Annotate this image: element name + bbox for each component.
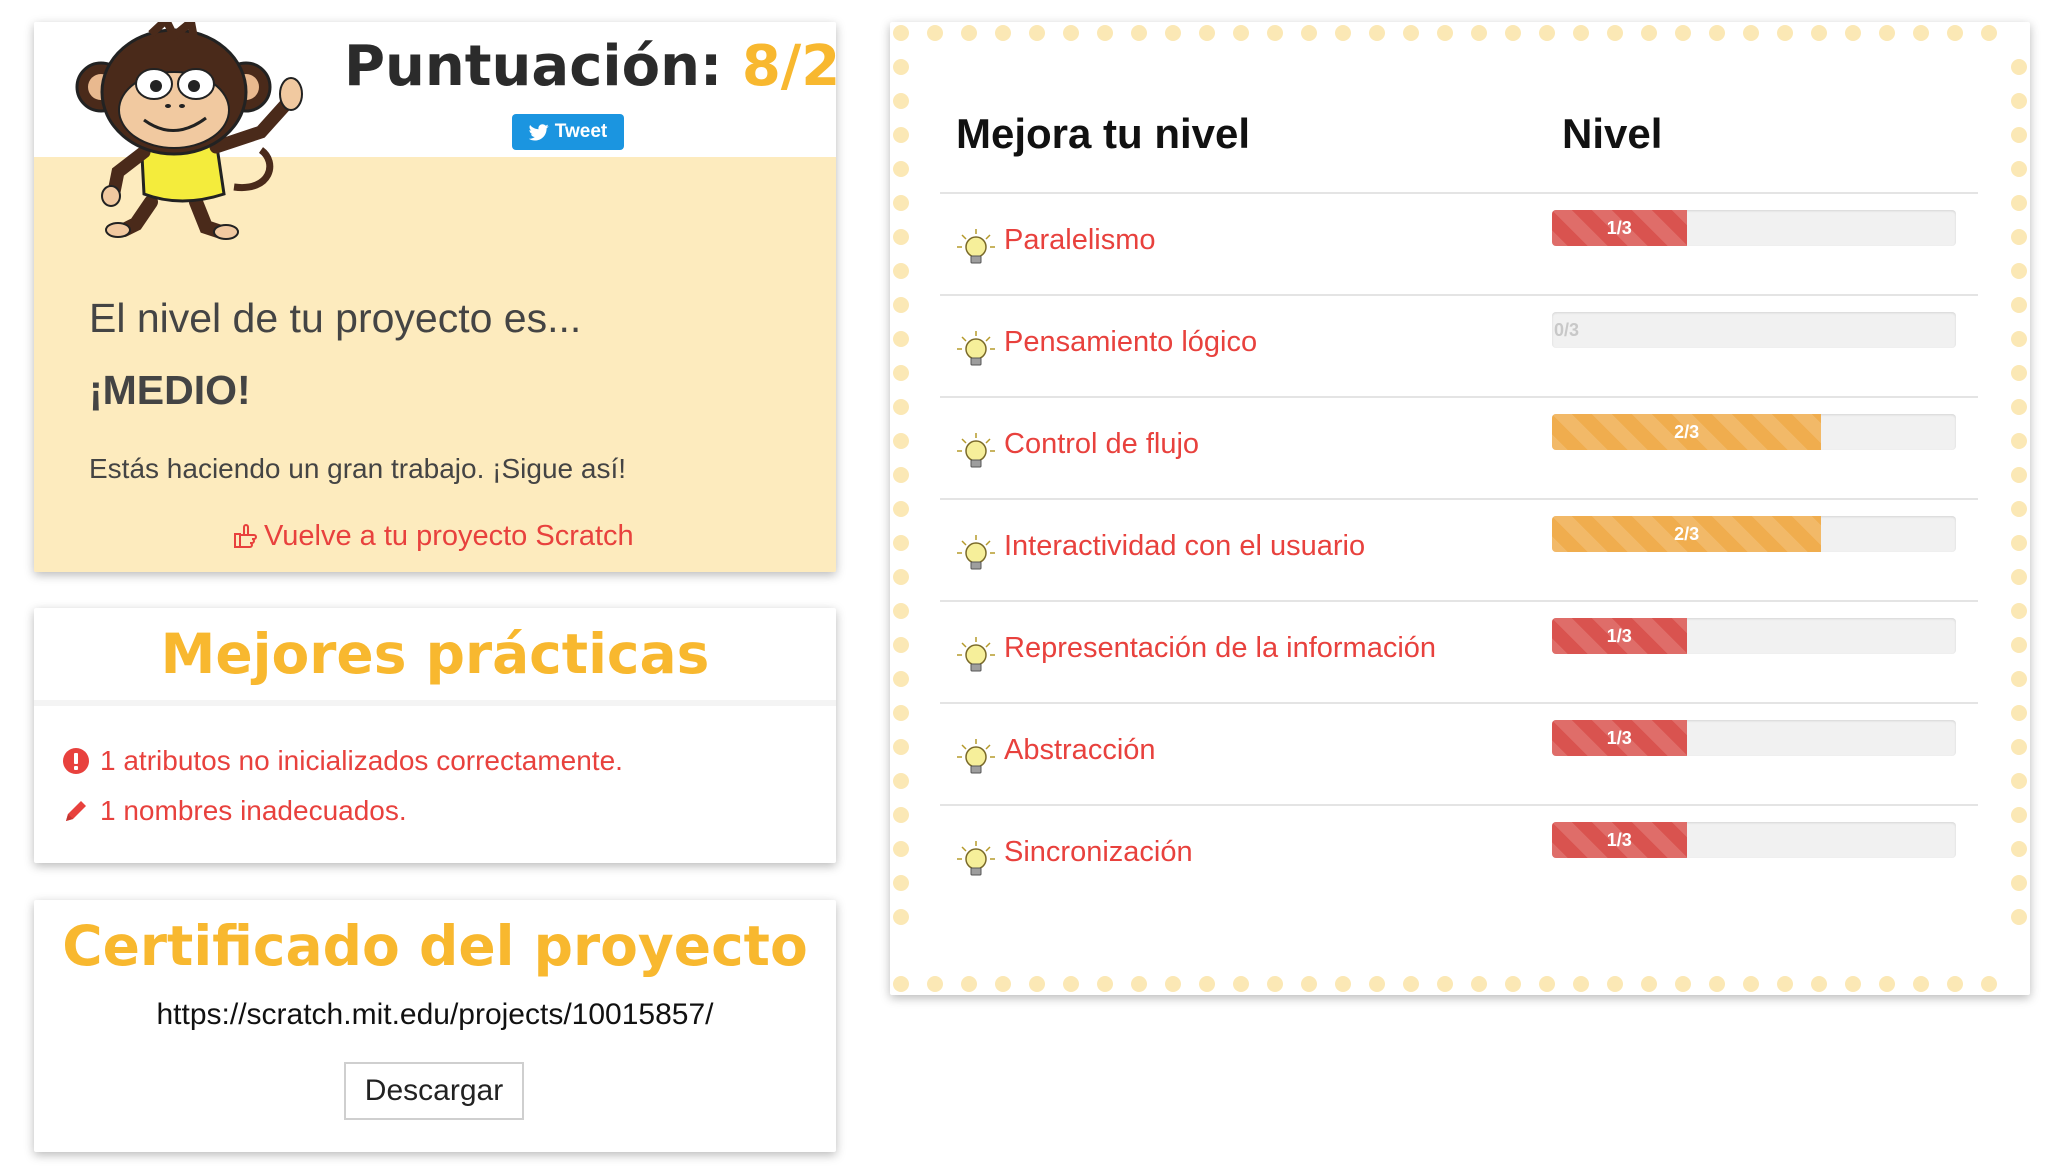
level-progress-fill: 1/3 [1552, 720, 1687, 756]
level-progress-bar: 2/3 [1552, 414, 1956, 450]
level-row: Sincronización 1/3 [940, 804, 1978, 906]
certificate-title: Certificado del proyecto [62, 914, 808, 978]
levels-card: Mejora tu nivel Nivel Paralelismo 1/3 Pens… [890, 22, 2030, 995]
level-message: Estás haciendo un gran trabajo. ¡Sigue a… [89, 453, 627, 484]
tweet-button[interactable]: Tweet [512, 114, 624, 150]
level-score-label: 0/3 [1554, 319, 1580, 340]
lightbulb-icon [957, 637, 995, 672]
level-score-label: 1/3 [1606, 829, 1632, 850]
lightbulb-icon [957, 331, 995, 366]
certificate-card: Certificado del proyecto https://scratch… [34, 900, 836, 1152]
return-link-label: Vuelve a tu proyecto Scratch [264, 520, 634, 552]
level-score-label: 1/3 [1606, 625, 1632, 646]
tweet-label: Tweet [554, 121, 608, 142]
level-progress-fill: 2/3 [1552, 414, 1822, 450]
level-progress-bar: 1/3 [1552, 822, 1956, 858]
level-score-label: 2/3 [1674, 421, 1700, 442]
monkey-mascot-icon [75, 22, 303, 240]
level-skill-name[interactable]: Abstracción [1004, 734, 1156, 767]
level-progress-bar: 1/3 [1552, 210, 1956, 246]
practice-item[interactable]: 1 nombres inadecuados. [62, 786, 836, 836]
level-progress-fill: 1/3 [1552, 822, 1687, 858]
download-button[interactable]: Descargar [344, 1062, 524, 1120]
project-url: https://scratch.mit.edu/projects/1001585… [156, 998, 714, 1031]
pencil-icon [66, 801, 86, 821]
score-label: Puntuación: [344, 34, 723, 99]
level-score-label: 1/3 [1606, 217, 1632, 238]
level-skill-name[interactable]: Control de flujo [1004, 428, 1199, 461]
exclamation-circle-icon [63, 748, 89, 774]
practice-text: 1 nombres inadecuados. [100, 795, 407, 826]
level-skill-name[interactable]: Paralelismo [1004, 224, 1156, 257]
score-card: Puntuación: 8/21 Tweet [34, 22, 836, 572]
level-progress-bar: 1/3 [1552, 720, 1956, 756]
lightbulb-icon [957, 229, 995, 264]
practice-item[interactable]: 1 atributos no inicializados correctamen… [62, 736, 836, 786]
level-score-label: 1/3 [1606, 727, 1632, 748]
level-header: Nivel [1562, 110, 1663, 157]
lightbulb-icon [957, 535, 995, 570]
score-title: Puntuación: 8/21 [344, 34, 836, 99]
level-value: ¡MEDIO! [89, 367, 251, 413]
level-progress-bar: 2/3 [1552, 516, 1956, 552]
level-progress-fill: 1/3 [1552, 210, 1687, 246]
best-practices-card: Mejores prácticas 1 atributos no inicial… [34, 608, 836, 863]
level-skill-name[interactable]: Sincronización [1004, 836, 1193, 869]
level-progress-fill: 1/3 [1552, 618, 1687, 654]
best-practices-list: 1 atributos no inicializados correctamen… [34, 706, 836, 836]
level-row: Pensamiento lógico 0/3 [940, 294, 1978, 396]
level-row: Control de flujo 2/3 [940, 396, 1978, 498]
level-row: Paralelismo 1/3 [940, 192, 1978, 294]
best-practices-title: Mejores prácticas [34, 608, 836, 706]
level-progress-bar: 1/3 [1552, 618, 1956, 654]
level-skill-name[interactable]: Representación de la información [1004, 632, 1436, 665]
level-title: El nivel de tu proyecto es... [89, 295, 582, 341]
lightbulb-icon [957, 739, 995, 774]
return-to-project-link[interactable]: Vuelve a tu proyecto Scratch [232, 520, 634, 553]
level-progress-bar: 0/3 [1552, 312, 1956, 348]
level-skill-name[interactable]: Pensamiento lógico [1004, 326, 1257, 359]
level-row: Abstracción 1/3 [940, 702, 1978, 804]
score-value: 8/21 [741, 34, 836, 99]
lightbulb-icon [957, 433, 995, 468]
hand-pointer-icon [234, 523, 257, 548]
level-progress-fill: 0/3 [1552, 312, 1956, 348]
twitter-bird-icon [528, 123, 549, 140]
improve-level-header: Mejora tu nivel [956, 110, 1251, 157]
lightbulb-icon [957, 841, 995, 876]
level-row: Interactividad con el usuario 2/3 [940, 498, 1978, 600]
practice-text: 1 atributos no inicializados correctamen… [100, 745, 623, 776]
level-skill-name[interactable]: Interactividad con el usuario [1004, 530, 1365, 563]
level-row: Representación de la información 1/3 [940, 600, 1978, 702]
level-progress-fill: 2/3 [1552, 516, 1822, 552]
level-score-label: 2/3 [1674, 523, 1700, 544]
